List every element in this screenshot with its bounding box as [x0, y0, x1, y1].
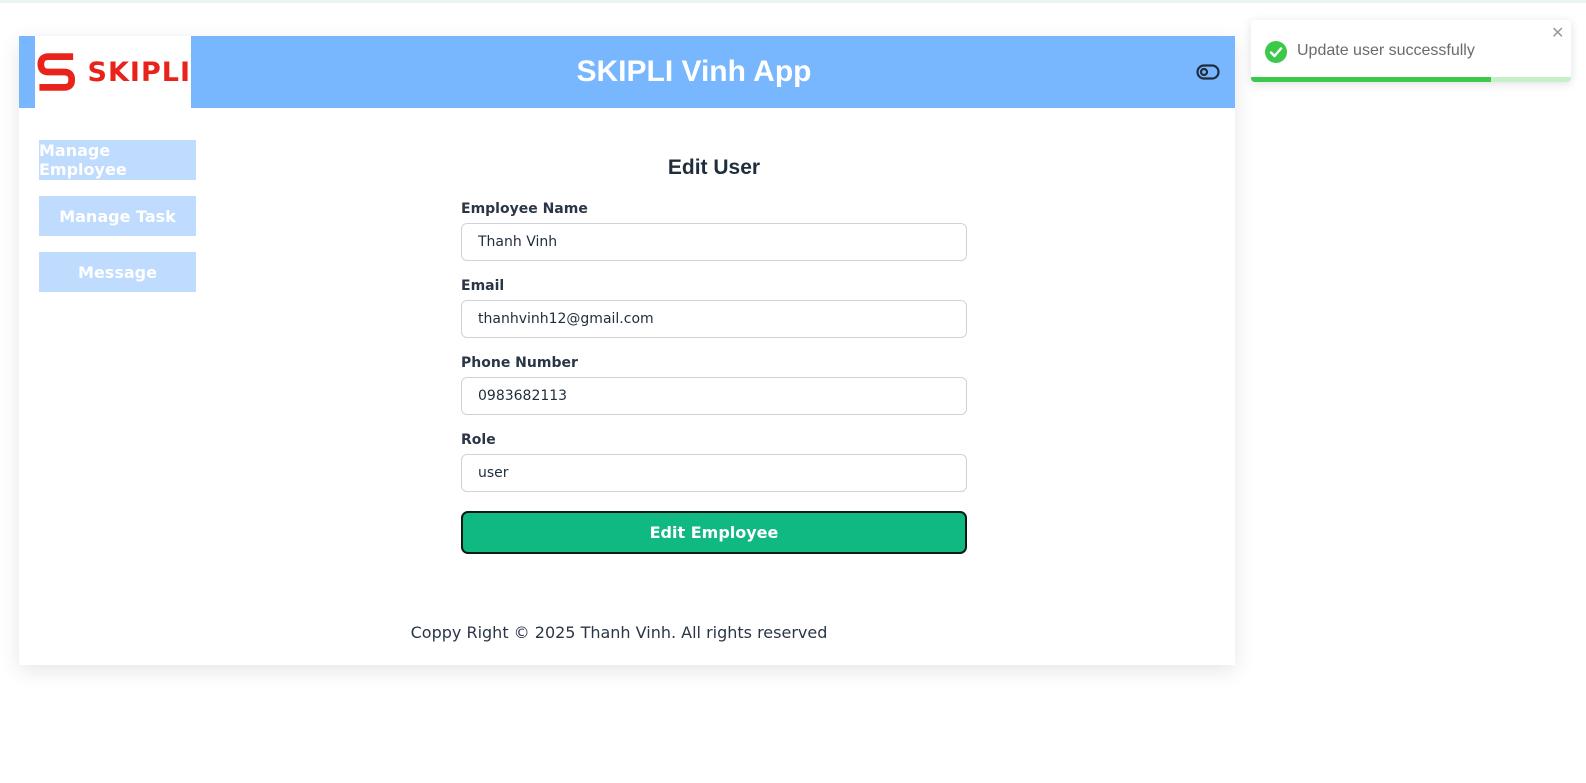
- sidebar-item-manage-employee[interactable]: Manage Employee: [39, 140, 196, 180]
- employee-name-label: Employee Name: [461, 201, 588, 217]
- success-toast[interactable]: Update user successfully ✕: [1251, 20, 1571, 82]
- logo-text: SKIPLI: [87, 56, 191, 88]
- toggle-icon[interactable]: [1196, 64, 1220, 80]
- toast-progress-track: [1251, 77, 1571, 82]
- email-input[interactable]: [461, 300, 967, 338]
- close-icon[interactable]: ✕: [1551, 26, 1564, 42]
- logo[interactable]: SKIPLI: [35, 36, 191, 108]
- skipli-logo-icon: [37, 53, 76, 91]
- app-title: SKIPLI Vinh App: [576, 55, 812, 88]
- check-circle-icon: [1265, 41, 1287, 63]
- top-border-line: [0, 0, 1586, 3]
- employee-name-input[interactable]: [461, 223, 967, 261]
- toast-progress-bar: [1251, 77, 1491, 82]
- role-label: Role: [461, 432, 496, 448]
- phone-number-input[interactable]: [461, 377, 967, 415]
- phone-number-label: Phone Number: [461, 355, 578, 371]
- role-input[interactable]: [461, 454, 967, 492]
- header-bar: SKIPLI SKIPLI Vinh App: [19, 36, 1235, 108]
- sidebar-item-message[interactable]: Message: [39, 252, 196, 292]
- sidebar-item-manage-task[interactable]: Manage Task: [39, 196, 196, 236]
- footer-copyright: Coppy Right © 2025 Thanh Vinh. All right…: [410, 623, 828, 642]
- toast-message: Update user successfully: [1297, 42, 1475, 59]
- edit-employee-button[interactable]: Edit Employee: [461, 511, 967, 554]
- sidebar: Manage Employee Manage Task Message: [39, 140, 196, 308]
- email-label: Email: [461, 278, 505, 294]
- app-container: SKIPLI SKIPLI Vinh App Manage Employee M…: [19, 36, 1235, 665]
- form-title: Edit User: [667, 156, 761, 179]
